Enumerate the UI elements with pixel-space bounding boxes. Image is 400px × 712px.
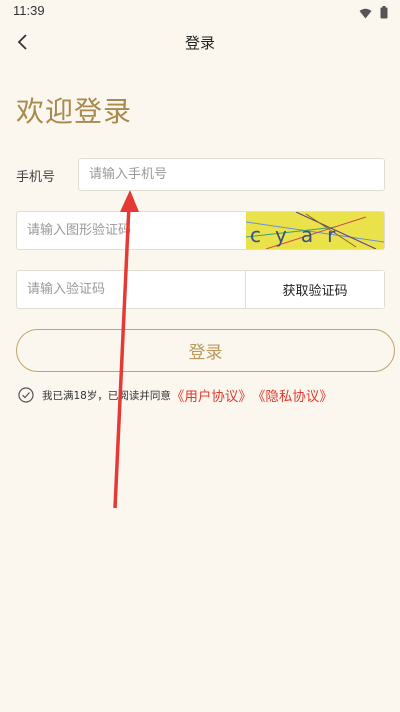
agreement-checkbox[interactable] — [18, 387, 34, 403]
captcha-input[interactable] — [17, 212, 245, 249]
captcha-image[interactable]: cyar — [246, 212, 384, 249]
status-time: 11:39 — [13, 3, 45, 18]
phone-input[interactable] — [78, 158, 385, 191]
captcha-text: cyar — [250, 223, 349, 247]
agreement-text: 我已满18岁，已阅读并同意 — [42, 389, 171, 402]
page-title: 登录 — [184, 34, 215, 52]
get-code-button[interactable]: 获取验证码 — [245, 271, 384, 308]
captcha-row: cyar — [16, 211, 385, 250]
wifi-icon — [359, 4, 372, 23]
user-agreement-link[interactable]: 《用户协议》 — [171, 385, 252, 405]
login-button[interactable]: 登录 — [16, 329, 395, 372]
sms-row: 获取验证码 — [16, 270, 385, 309]
sms-code-input[interactable] — [17, 271, 245, 308]
privacy-policy-link[interactable]: 《隐私协议》 — [252, 385, 333, 405]
status-bar: 11:39 — [0, 0, 400, 24]
battery-icon — [380, 4, 388, 23]
nav-bar: 登录 — [0, 24, 400, 60]
welcome-title: 欢迎登录 — [16, 95, 133, 128]
agreement-row: 我已满18岁，已阅读并同意 《用户协议》 《隐私协议》 — [18, 385, 333, 405]
phone-label: 手机号 — [16, 170, 56, 185]
